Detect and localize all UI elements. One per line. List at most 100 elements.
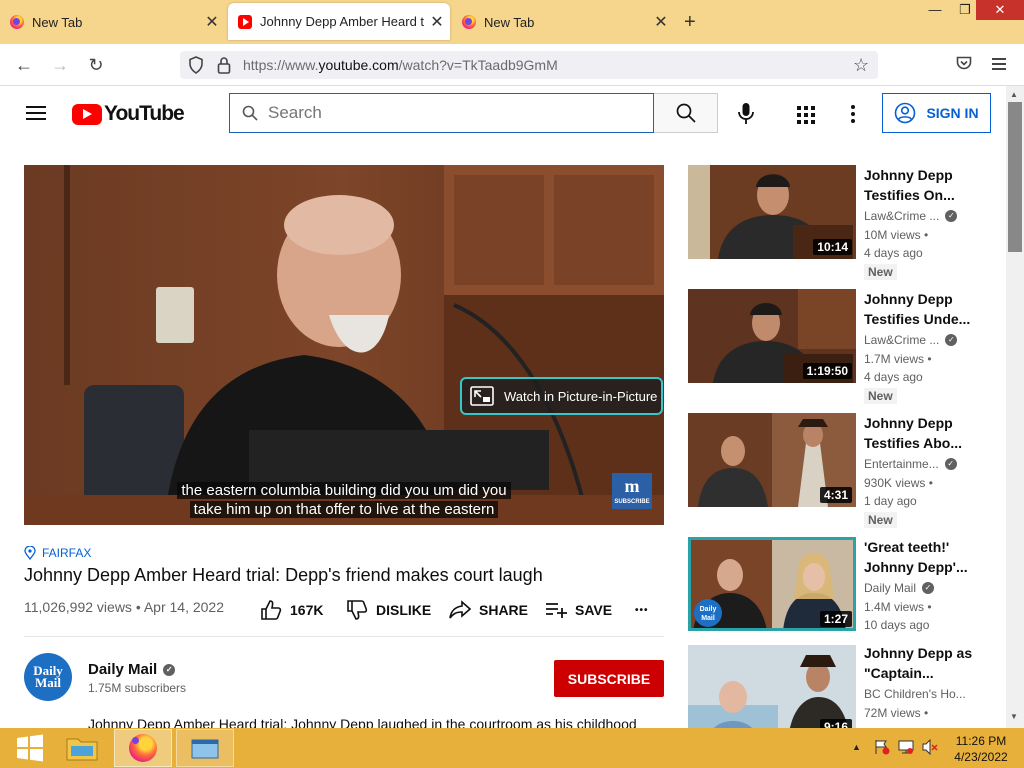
close-icon[interactable]: ✕ bbox=[199, 12, 225, 32]
youtube-icon bbox=[238, 14, 252, 29]
recommended-video[interactable]: 4:31 Johnny Depp Testifies Abo... Entert… bbox=[688, 413, 1006, 533]
recommended-views: 10M views • bbox=[864, 228, 929, 242]
hamburger-menu-icon[interactable] bbox=[992, 58, 1006, 70]
share-button[interactable]: SHARE bbox=[449, 600, 528, 620]
recommended-video-title[interactable]: Johnny Depp Testifies Abo... bbox=[864, 413, 988, 453]
recommended-views: 72M views • bbox=[864, 706, 929, 720]
youtube-play-icon bbox=[72, 103, 102, 125]
recommended-age: 4 days ago bbox=[864, 370, 923, 384]
save-button[interactable]: SAVE bbox=[545, 600, 612, 620]
video-thumbnail[interactable]: Daily Mail 1:27 bbox=[688, 537, 856, 631]
tab-youtube-video[interactable]: Johnny Depp Amber Heard trial ✕ bbox=[228, 3, 450, 40]
youtube-logo[interactable]: YouTube bbox=[72, 102, 185, 126]
youtube-header: YouTube SIGN IN bbox=[0, 86, 1006, 142]
new-badge: New bbox=[864, 388, 897, 404]
verified-check-icon: ✓ bbox=[945, 210, 958, 222]
back-arrow-icon[interactable]: ← bbox=[11, 52, 37, 78]
close-icon[interactable]: ✕ bbox=[648, 12, 674, 32]
location-tag[interactable]: FAIRFAX bbox=[24, 546, 91, 560]
recommended-channel[interactable]: Law&Crime ... ✓ bbox=[864, 333, 958, 347]
recommended-channel-name: Daily Mail bbox=[864, 581, 917, 595]
recommended-channel[interactable]: Entertainme... ✓ bbox=[864, 457, 957, 471]
search-button[interactable] bbox=[654, 93, 718, 133]
recommended-video[interactable]: 1:19:50 Johnny Depp Testifies Unde... La… bbox=[688, 289, 1006, 409]
firefox-icon bbox=[129, 734, 157, 762]
firefox-icon bbox=[10, 15, 24, 29]
recommended-channel[interactable]: BC Children's Ho... bbox=[864, 687, 966, 701]
minimize-button[interactable]: — bbox=[920, 0, 950, 20]
close-icon[interactable]: ✕ bbox=[424, 12, 450, 32]
windows-logo-icon bbox=[17, 734, 43, 762]
dislike-button[interactable]: DISLIKE bbox=[346, 600, 431, 620]
video-thumbnail[interactable]: 9:16 bbox=[688, 645, 856, 728]
tab-new-tab-2[interactable]: New Tab ✕ bbox=[452, 0, 674, 44]
recommended-views: 930K views • bbox=[864, 476, 933, 490]
verified-check-icon: ✓ bbox=[944, 458, 957, 470]
video-player[interactable]: Watch in Picture-in-Picture the eastern … bbox=[24, 165, 664, 525]
guide-menu-icon[interactable] bbox=[26, 106, 46, 120]
recommended-channel-name: Entertainme... bbox=[864, 457, 939, 471]
recommended-video[interactable]: 10:14 Johnny Depp Testifies On... Law&Cr… bbox=[688, 165, 1006, 285]
tab-new-tab-1[interactable]: New Tab ✕ bbox=[0, 0, 225, 44]
recommended-video-title[interactable]: Johnny Depp Testifies On... bbox=[864, 165, 988, 205]
window-taskbar-button[interactable] bbox=[176, 729, 234, 767]
picture-in-picture-button[interactable]: Watch in Picture-in-Picture bbox=[460, 377, 663, 415]
video-thumbnail[interactable]: 10:14 bbox=[688, 165, 856, 259]
recommended-channel-name: BC Children's Ho... bbox=[864, 687, 966, 701]
recommended-video-title[interactable]: 'Great teeth!' Johnny Depp'... bbox=[864, 537, 988, 577]
channel-name[interactable]: Daily Mail ✓ bbox=[88, 661, 176, 678]
search-box[interactable] bbox=[229, 93, 654, 133]
lock-icon[interactable] bbox=[217, 56, 231, 79]
scroll-up-arrow-icon[interactable]: ▲ bbox=[1010, 90, 1018, 99]
address-bar[interactable]: https://www.youtube.com/watch?v=TkTaadb9… bbox=[180, 51, 878, 79]
forward-arrow-icon[interactable]: → bbox=[47, 52, 73, 78]
watermark-logo-text: m bbox=[624, 476, 640, 496]
close-window-button[interactable]: ✕ bbox=[976, 0, 1024, 20]
start-button[interactable] bbox=[0, 729, 60, 767]
video-duration: 9:16 bbox=[819, 719, 852, 728]
recommended-age: 10 days ago bbox=[864, 618, 930, 632]
recommended-video-title[interactable]: Johnny Depp as "Captain... bbox=[864, 643, 988, 683]
pocket-icon[interactable] bbox=[956, 56, 972, 76]
more-actions-button[interactable]: ••• bbox=[635, 600, 649, 620]
apps-grid-icon[interactable] bbox=[797, 106, 815, 129]
scrollbar-thumb[interactable] bbox=[1008, 102, 1022, 252]
video-duration: 4:31 bbox=[819, 487, 852, 503]
search-icon bbox=[242, 105, 258, 121]
shield-icon[interactable] bbox=[188, 56, 204, 79]
new-tab-button[interactable]: + bbox=[684, 11, 696, 34]
share-icon bbox=[449, 600, 471, 619]
recommended-channel[interactable]: Daily Mail ✓ bbox=[864, 581, 935, 595]
recommended-video[interactable]: 9:16 Johnny Depp as "Captain... BC Child… bbox=[688, 643, 1006, 728]
browser-nav-bar: ← → ↻ https://www.youtube.com/watch?v=Tk… bbox=[0, 44, 1024, 86]
scroll-down-arrow-icon[interactable]: ▼ bbox=[1010, 712, 1018, 721]
show-hidden-icons-chevron-icon[interactable]: ▲ bbox=[852, 742, 861, 752]
video-thumbnail[interactable]: 1:19:50 bbox=[688, 289, 856, 383]
firefox-taskbar-button[interactable] bbox=[114, 729, 172, 767]
url-text[interactable]: https://www.youtube.com/watch?v=TkTaadb9… bbox=[243, 57, 558, 73]
recommended-views: 1.7M views • bbox=[864, 352, 932, 366]
channel-avatar[interactable]: Daily Mail bbox=[24, 653, 72, 701]
microphone-icon[interactable] bbox=[737, 102, 755, 131]
like-button[interactable]: 167K bbox=[260, 600, 323, 620]
video-thumbnail[interactable]: 4:31 bbox=[688, 413, 856, 507]
firefox-icon bbox=[462, 15, 476, 29]
file-explorer-taskbar-button[interactable] bbox=[52, 729, 112, 767]
more-options-icon[interactable] bbox=[851, 105, 855, 123]
bookmark-star-icon[interactable]: ☆ bbox=[853, 55, 869, 76]
recommended-video-title[interactable]: Johnny Depp Testifies Unde... bbox=[864, 289, 988, 329]
reload-icon[interactable]: ↻ bbox=[83, 52, 109, 78]
volume-muted-icon[interactable] bbox=[922, 738, 938, 760]
recommended-video[interactable]: Daily Mail 1:27 'Great teeth!' Johnny De… bbox=[688, 537, 1006, 657]
sign-in-button[interactable]: SIGN IN bbox=[882, 93, 991, 133]
action-center-flag-icon[interactable] bbox=[874, 739, 890, 760]
channel-watermark[interactable]: m SUBSCRIBE bbox=[612, 473, 652, 509]
recommended-channel[interactable]: Law&Crime ... ✓ bbox=[864, 209, 958, 223]
new-badge: New bbox=[864, 264, 897, 280]
subscribe-button[interactable]: SUBSCRIBE bbox=[554, 660, 664, 697]
channel-name-label: Daily Mail bbox=[88, 661, 158, 678]
system-clock[interactable]: 11:26 PM 4/23/2022 bbox=[946, 733, 1016, 765]
search-input[interactable] bbox=[268, 103, 628, 123]
network-icon[interactable] bbox=[898, 739, 914, 760]
browser-tab-bar: New Tab ✕ Johnny Depp Amber Heard trial … bbox=[0, 0, 1024, 44]
